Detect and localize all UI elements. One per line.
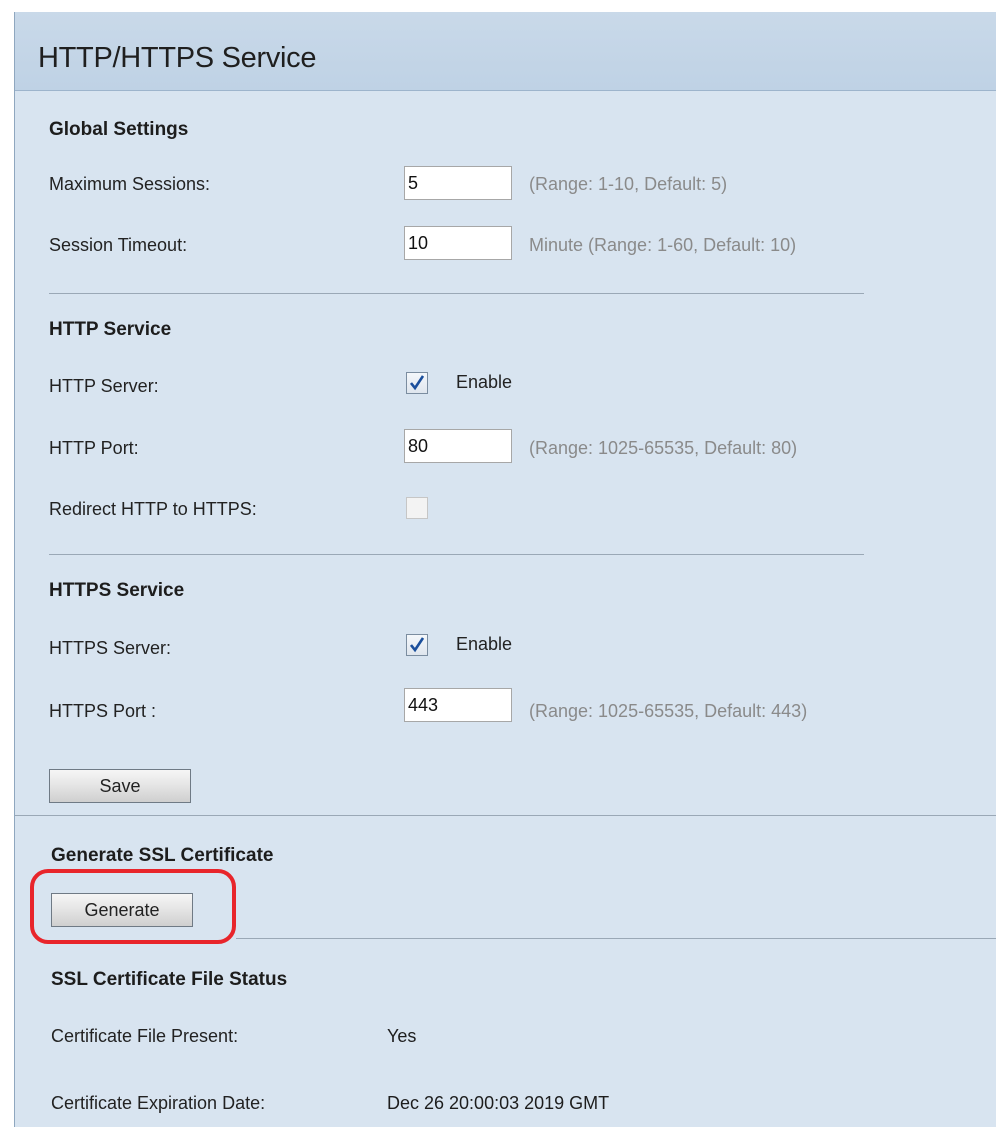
cert-present-label: Certificate File Present: (51, 1026, 239, 1046)
generate-ssl-heading: Generate SSL Certificate (51, 845, 274, 866)
http-port-label: HTTP Port: (49, 438, 139, 458)
title-bar: HTTP/HTTPS Service (15, 12, 996, 91)
http-service-heading: HTTP Service (49, 319, 172, 340)
http-server-checkbox[interactable] (406, 372, 428, 394)
cert-present-value: Yes (387, 1026, 417, 1046)
checkmark-icon (410, 637, 424, 653)
https-server-checkbox[interactable] (406, 634, 428, 656)
session-timeout-hint: Minute (Range: 1-60, Default: 10) (529, 235, 797, 255)
main-panel: HTTP/HTTPS Service Global Settings Maxim… (14, 12, 996, 1127)
cert-expiration-label: Certificate Expiration Date: (51, 1093, 266, 1113)
divider (49, 293, 864, 294)
https-server-enable-label: Enable (456, 634, 513, 654)
http-server-enable-label: Enable (456, 372, 513, 392)
https-server-label: HTTPS Server: (49, 638, 172, 658)
global-settings-heading: Global Settings (49, 119, 189, 140)
http-server-label: HTTP Server: (49, 376, 159, 396)
cert-expiration-value: Dec 26 20:00:03 2019 GMT (387, 1093, 610, 1113)
generate-highlight-outline (30, 869, 236, 944)
redirect-http-label: Redirect HTTP to HTTPS: (49, 499, 257, 519)
redirect-http-checkbox[interactable] (406, 497, 428, 519)
page-title: HTTP/HTTPS Service (38, 42, 317, 74)
session-timeout-input[interactable] (404, 226, 512, 260)
divider (49, 554, 864, 555)
max-sessions-hint: (Range: 1-10, Default: 5) (529, 174, 728, 194)
divider (15, 815, 996, 816)
max-sessions-input[interactable] (404, 166, 512, 200)
divider (236, 938, 996, 939)
https-service-heading: HTTPS Service (49, 580, 185, 601)
http-port-hint: (Range: 1025-65535, Default: 80) (529, 438, 798, 458)
https-port-label: HTTPS Port : (49, 701, 157, 721)
https-port-input[interactable] (404, 688, 512, 722)
checkmark-icon (410, 375, 424, 391)
ssl-status-heading: SSL Certificate File Status (51, 969, 288, 990)
session-timeout-label: Session Timeout: (49, 235, 188, 255)
max-sessions-label: Maximum Sessions: (49, 174, 211, 194)
http-port-input[interactable] (404, 429, 512, 463)
save-button[interactable]: Save (49, 769, 191, 803)
https-port-hint: (Range: 1025-65535, Default: 443) (529, 701, 808, 721)
